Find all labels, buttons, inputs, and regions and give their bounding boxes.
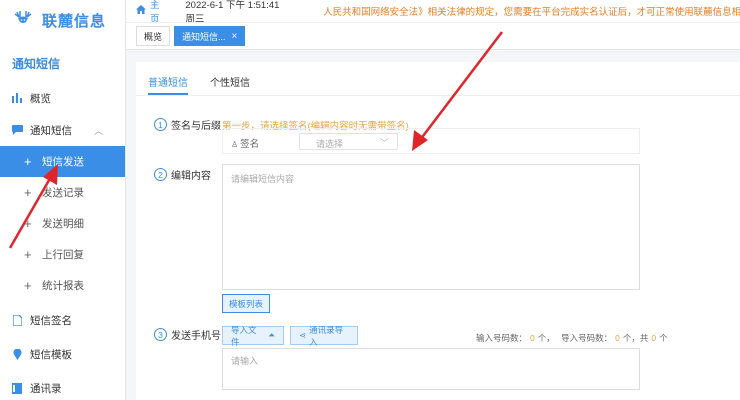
total-count-value: 0 <box>651 333 657 343</box>
import-count-label: 导入号码数： <box>561 333 613 343</box>
sidebar-item-stats-report[interactable]: + 统计报表 <box>0 270 125 301</box>
tab-overview[interactable]: 概览 <box>136 26 171 46</box>
button-label: 通讯录导入 <box>309 324 344 347</box>
sidebar-item-overview[interactable]: 概览 <box>0 82 125 114</box>
signature-select[interactable]: 请选择 ﹀ <box>299 133 398 150</box>
sidebar-item-label: 通讯录 <box>30 382 62 395</box>
tab-normal-sms[interactable]: 普通短信 <box>148 62 188 95</box>
person-icon: ♙ <box>231 140 239 149</box>
input-count-value: 0 <box>530 333 535 343</box>
sidebar-item-label: 概览 <box>30 92 51 105</box>
step-number: 2 <box>154 168 167 181</box>
page-tabs: 概览 通知短信... × <box>126 22 740 50</box>
textarea-placeholder: 请输入 <box>231 356 259 366</box>
plus-icon: + <box>24 216 32 231</box>
number-count-info: 输入号码数： 0 个， 导入号码数： 0 个，共 0 个 <box>476 332 668 344</box>
sidebar-item-sms-signature[interactable]: 短信签名 <box>0 304 125 336</box>
deer-logo-icon <box>14 11 32 23</box>
select-placeholder: 请选择 <box>316 139 344 149</box>
textarea-placeholder: 请编辑短信内容 <box>231 174 295 184</box>
step-2-heading: 2 编辑内容 <box>154 167 211 182</box>
upload-icon: ⏶ <box>268 330 275 340</box>
sidebar-item-contacts[interactable]: 通讯录 <box>0 372 125 400</box>
step-number: 1 <box>154 118 167 131</box>
button-label: 导入文件 <box>231 324 257 347</box>
sidebar-item-label: 发送记录 <box>42 187 84 199</box>
tab-label: 概览 <box>144 31 163 42</box>
message-icon <box>11 124 23 136</box>
sms-content-textarea[interactable]: 请编辑短信内容 <box>222 164 640 290</box>
sidebar-item-label: 短信签名 <box>30 314 72 327</box>
sidebar-item-uplink-reply[interactable]: + 上行回复 <box>0 239 125 270</box>
phone-numbers-textarea[interactable]: 请输入 <box>222 348 640 390</box>
step-3-heading: 3 发送手机号 <box>154 327 221 342</box>
sidebar-item-label: 发送明细 <box>42 218 84 230</box>
plus-icon: + <box>24 185 32 200</box>
signature-label-text: 签名 <box>240 139 260 150</box>
input-count-label: 输入号码数： <box>476 333 528 343</box>
document-icon <box>11 314 23 326</box>
import-count-value: 0 <box>615 333 620 343</box>
plus-icon: + <box>24 278 32 293</box>
brand-name: 联麓信息 <box>42 12 107 30</box>
sidebar-item-label: 统计报表 <box>42 280 84 292</box>
chevron-down-icon: ﹀ <box>379 138 389 148</box>
total-count-unit: 个 <box>659 333 668 343</box>
sidebar-item-sms-send[interactable]: + 短信发送 <box>0 146 125 177</box>
sidebar-section-title: 通知短信 <box>12 57 61 71</box>
import-file-button[interactable]: 导入文件 ⏶ <box>222 324 284 347</box>
tab-notify-sms[interactable]: 通知短信... × <box>174 26 246 46</box>
import-count-unit: 个，共 <box>622 333 649 343</box>
sidebar-item-label: 短信模板 <box>30 348 72 361</box>
step-label: 编辑内容 <box>171 171 211 182</box>
signature-label: ♙ 签名 <box>231 136 259 150</box>
sms-type-tabs: 普通短信 个性短信 <box>136 62 740 96</box>
close-icon[interactable]: × <box>232 31 238 42</box>
plus-icon: + <box>24 154 32 169</box>
sidebar-item-send-records[interactable]: + 发送记录 <box>0 177 125 208</box>
location-icon <box>11 348 23 360</box>
step-label: 签名与后缀 <box>171 121 221 132</box>
contacts-icon <box>11 382 23 394</box>
brand[interactable]: 联麓信息 <box>0 0 125 40</box>
home-icon[interactable] <box>136 5 146 17</box>
sidebar-item-label: 通知短信 <box>30 124 72 137</box>
plus-icon: + <box>24 247 32 262</box>
chevron-up-icon: ︿ <box>93 125 103 136</box>
sidebar-item-sms-template[interactable]: 短信模板 <box>0 338 125 370</box>
step-1-heading: 1 签名与后缀 <box>154 117 221 132</box>
signature-row: ♙ 签名 请选择 ﹀ <box>222 128 640 154</box>
tab-personalized-sms[interactable]: 个性短信 <box>210 62 250 95</box>
input-count-unit: 个， <box>537 333 555 343</box>
import-contacts-button[interactable]: ⋖ 通讯录导入 <box>290 324 358 347</box>
step-label: 发送手机号 <box>171 331 221 342</box>
step-number: 3 <box>154 328 167 341</box>
notice-marquee: 人民共和国网络安全法》相关法律的规定，您需要在平台完成实名认证后，才可正常使用联… <box>323 7 740 18</box>
share-icon: ⋖ <box>299 330 307 340</box>
sidebar-item-label: 上行回复 <box>42 249 84 261</box>
sidebar-item-label: 短信发送 <box>42 156 84 168</box>
sms-send-panel: 普通短信 个性短信 1 签名与后缀 第一步，请选择签名(编辑内容时无需带签名) … <box>136 62 740 400</box>
sidebar-item-send-details[interactable]: + 发送明细 <box>0 208 125 239</box>
template-list-button[interactable]: 模板列表 <box>222 294 270 313</box>
sidebar: 联麓信息 通知短信 概览 通知短信 ︿ + 短信发送 + 发送记录 + 发送明细… <box>0 0 126 400</box>
top-header: 主页 2022-6-1 下午 1:51:41 周三 人民共和国网络安全法》相关法… <box>126 0 740 25</box>
bar-chart-icon <box>11 92 23 104</box>
sidebar-item-notify-sms[interactable]: 通知短信 ︿ <box>0 114 125 146</box>
tab-label: 通知短信... <box>182 31 226 42</box>
